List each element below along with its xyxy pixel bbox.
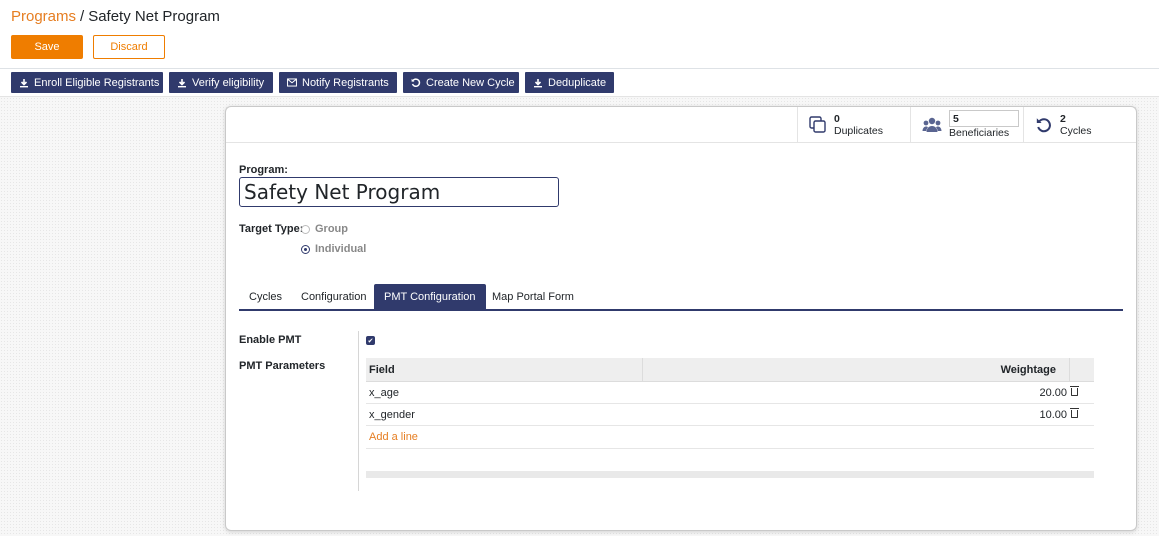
download-icon <box>533 78 543 88</box>
pmt-parameters-label: PMT Parameters <box>239 360 326 372</box>
duplicates-stat-button[interactable]: 0 Duplicates <box>797 107 910 142</box>
duplicates-count: 0 <box>834 112 840 125</box>
breadcrumb-separator: / <box>80 8 85 25</box>
smart-button-box: 0 Duplicates Beneficiaries 2 Cycles <box>226 107 1136 143</box>
notify-registrants-label: Notify Registrants <box>302 76 389 89</box>
column-header-actions <box>1070 358 1094 381</box>
beneficiaries-stat-button[interactable]: Beneficiaries <box>910 107 1023 142</box>
pmt-parameters-table: Field Weightage x_age 20.00 x_gender 10.… <box>366 358 1094 449</box>
envelope-icon <box>287 78 297 87</box>
cycles-label: Cycles <box>1060 124 1092 137</box>
group-radio[interactable] <box>301 224 310 234</box>
beneficiaries-count-field[interactable] <box>949 110 1019 127</box>
column-header-field[interactable]: Field <box>366 358 643 381</box>
row-weightage-value: 10.00 <box>1039 408 1067 421</box>
breadcrumb: Programs / Safety Net Program <box>11 8 220 26</box>
field-separator-line <box>358 331 359 491</box>
deduplicate-button[interactable]: Deduplicate <box>525 72 614 93</box>
statusbar: Enroll Eligible Registrants Verify eligi… <box>0 69 1159 97</box>
download-icon <box>177 78 187 88</box>
download-icon <box>19 78 29 88</box>
enroll-eligible-registrants-label: Enroll Eligible Registrants <box>34 76 160 89</box>
table-header: Field Weightage <box>366 358 1094 382</box>
table-row[interactable]: x_gender 10.00 <box>366 404 1094 426</box>
target-type-individual-option[interactable]: Individual <box>301 243 366 255</box>
deduplicate-label: Deduplicate <box>548 76 607 89</box>
enroll-eligible-registrants-button[interactable]: Enroll Eligible Registrants <box>11 72 163 93</box>
table-footer <box>366 471 1094 478</box>
trash-icon[interactable] <box>1070 386 1079 396</box>
create-new-cycle-label: Create New Cycle <box>426 76 515 89</box>
row-weightage-value: 20.00 <box>1039 386 1067 399</box>
notebook-tabs: Cycles Configuration PMT Configuration M… <box>239 284 1123 311</box>
tab-pmt-configuration[interactable]: PMT Configuration <box>374 284 486 309</box>
row-field-value: x_gender <box>369 408 415 421</box>
users-icon <box>922 116 942 134</box>
individual-radio[interactable] <box>301 244 310 254</box>
trash-icon[interactable] <box>1070 408 1079 418</box>
breadcrumb-current: Safety Net Program <box>88 8 220 25</box>
tab-map-portal-form[interactable]: Map Portal Form <box>482 284 584 309</box>
target-type-label: Target Type: <box>239 223 304 235</box>
enable-pmt-checkbox[interactable]: ✔ <box>366 336 375 345</box>
breadcrumb-programs-link[interactable]: Programs <box>11 8 76 25</box>
notify-registrants-button[interactable]: Notify Registrants <box>279 72 397 93</box>
enable-pmt-label: Enable PMT <box>239 334 302 346</box>
program-name-input[interactable] <box>239 177 559 207</box>
tab-cycles[interactable]: Cycles <box>239 284 292 309</box>
form-sheet: 0 Duplicates Beneficiaries 2 Cycles Prog… <box>225 106 1137 531</box>
control-panel: Programs / Safety Net Program Save Discard <box>0 0 1159 69</box>
undo-icon <box>1035 116 1053 134</box>
beneficiaries-label: Beneficiaries <box>949 127 1010 139</box>
cycles-count: 2 <box>1060 112 1066 125</box>
create-new-cycle-button[interactable]: Create New Cycle <box>403 72 519 93</box>
copy-icon <box>809 115 827 134</box>
discard-button[interactable]: Discard <box>93 35 165 59</box>
verify-eligibility-label: Verify eligibility <box>192 76 265 89</box>
save-button[interactable]: Save <box>11 35 83 59</box>
tab-configuration[interactable]: Configuration <box>291 284 376 309</box>
table-row[interactable]: x_age 20.00 <box>366 382 1094 404</box>
cycles-stat-button[interactable]: 2 Cycles <box>1023 107 1136 142</box>
verify-eligibility-button[interactable]: Verify eligibility <box>169 72 273 93</box>
refresh-icon <box>411 77 421 88</box>
group-radio-label: Group <box>315 223 348 235</box>
duplicates-label: Duplicates <box>834 124 884 137</box>
row-field-value: x_age <box>369 386 399 399</box>
add-a-line-link[interactable]: Add a line <box>366 426 1094 449</box>
program-label: Program: <box>239 164 288 176</box>
individual-radio-label: Individual <box>315 243 367 255</box>
column-header-weightage[interactable]: Weightage <box>643 358 1070 381</box>
target-type-group-option[interactable]: Group <box>301 223 348 235</box>
